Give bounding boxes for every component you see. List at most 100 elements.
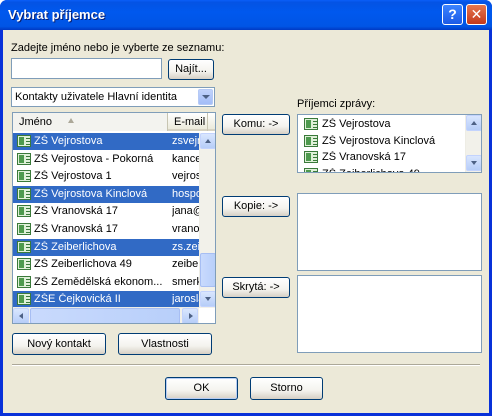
close-icon: ✕ xyxy=(470,6,483,22)
scroll-down-icon[interactable] xyxy=(466,155,481,171)
title-bar[interactable]: Vybrat příjemce ? ✕ xyxy=(0,0,492,30)
contact-card-icon xyxy=(17,152,31,165)
contacts-hscroll-thumb[interactable] xyxy=(30,308,180,323)
contact-name: ZŠ Zeiberlichova 49 xyxy=(34,258,132,271)
new-contact-label: Nový kontakt xyxy=(27,338,91,350)
contact-row[interactable]: ZŠ Vejrostova 1 vejrost xyxy=(13,168,200,185)
contact-card-icon xyxy=(304,151,318,163)
cancel-label: Storno xyxy=(270,382,303,394)
help-button[interactable]: ? xyxy=(442,4,463,25)
to-recipient-name: ZŠ Zeiberlichova 49 xyxy=(322,168,462,173)
contact-card-icon xyxy=(304,167,318,172)
to-recipient-item[interactable]: ZŠ Vranovská 17 xyxy=(298,149,464,166)
ok-label: OK xyxy=(193,382,210,394)
contact-name: ZŠ Vejrostova xyxy=(34,135,103,147)
window-title: Vybrat příjemce xyxy=(8,7,106,22)
contact-name: ZŠ Vejrostova 1 xyxy=(34,170,112,183)
contact-name: ZŠE Čejkovická II xyxy=(34,293,121,306)
scroll-up-icon[interactable] xyxy=(200,133,215,149)
properties-label: Vlastnosti xyxy=(141,338,189,350)
add-cc-label: Kopie: -> xyxy=(233,200,279,212)
contact-card-icon xyxy=(17,205,31,218)
contact-email: zsvejro xyxy=(172,135,200,147)
separator xyxy=(12,364,480,366)
contact-email: vranov xyxy=(172,223,200,235)
contacts-list[interactable]: Jméno E-mail ZŠ VejrostovazsvejroZŠ Vejr… xyxy=(12,112,216,324)
contact-name: ZŠ Vejrostova - Pokorná xyxy=(34,152,154,165)
contact-row[interactable]: ZŠ Zemědělská ekonom... smerko xyxy=(13,274,200,291)
contact-card-icon xyxy=(17,223,31,235)
add-bcc-button[interactable]: Skrytá: -> xyxy=(222,277,290,298)
column-header-name[interactable]: Jméno xyxy=(13,113,168,131)
to-recipient-item[interactable]: ZŠ Vejrostova xyxy=(298,116,464,133)
dialog-body: Zadejte jméno nebo je vyberte ze seznamu… xyxy=(3,30,489,413)
bcc-recipients-list[interactable] xyxy=(297,275,482,353)
contacts-vscroll-thumb[interactable] xyxy=(200,253,215,287)
ok-button[interactable]: OK xyxy=(165,377,238,400)
help-icon: ? xyxy=(448,6,457,22)
contact-email: zeiberl xyxy=(172,258,200,271)
contact-row[interactable]: ZŠ Vranovská 17 vranov xyxy=(13,221,200,238)
contact-email: kancela xyxy=(172,152,200,165)
search-label: Zadejte jméno nebo je vyberte ze seznamu… xyxy=(11,42,225,54)
scroll-up-icon[interactable] xyxy=(466,115,481,131)
search-input[interactable] xyxy=(11,58,162,79)
column-name-label: Jméno xyxy=(19,116,53,128)
address-book-select[interactable]: Kontakty uživatele Hlavní identita xyxy=(11,87,215,107)
column-header-email[interactable]: E-mail xyxy=(168,113,208,131)
to-recipient-name: ZŠ Vejrostova Kinclová xyxy=(322,134,436,147)
contact-card-icon xyxy=(17,240,31,253)
contact-row[interactable]: ZŠ Vejrostova zsvejro xyxy=(13,133,200,150)
contact-row[interactable]: ZŠ Vejrostova - Pokorná kancela xyxy=(13,151,200,168)
contact-email: jana@z xyxy=(172,205,200,218)
contact-name: ZŠ Zeiberlichova xyxy=(34,240,117,253)
find-button[interactable]: Najít... xyxy=(168,59,214,80)
cancel-button[interactable]: Storno xyxy=(250,377,323,400)
address-book-value: Kontakty uživatele Hlavní identita xyxy=(15,91,178,103)
scroll-left-icon[interactable] xyxy=(13,308,29,323)
recipients-label: Příjemci zprávy: xyxy=(297,98,376,110)
new-contact-button[interactable]: Nový kontakt xyxy=(12,333,106,355)
contact-row[interactable]: ZŠ Zeiberlichova zs.zeib xyxy=(13,238,200,256)
contact-row[interactable]: ZŠ Zeiberlichova 49 zeiberl xyxy=(13,256,200,273)
close-button[interactable]: ✕ xyxy=(466,4,487,25)
contact-card-icon xyxy=(17,275,31,288)
contact-name: ZŠ Vranovská 17 xyxy=(34,223,118,235)
to-recipient-item[interactable]: ZŠ Zeiberlichova 49 xyxy=(298,166,464,173)
contact-row[interactable]: ZŠE Čejkovická II jarosla xyxy=(13,291,200,309)
contact-email: vejrost xyxy=(172,170,200,183)
scroll-right-icon[interactable] xyxy=(182,308,198,323)
add-bcc-label: Skrytá: -> xyxy=(232,281,280,293)
add-to-button[interactable]: Komu: -> xyxy=(222,114,290,135)
contact-name: ZŠ Zemědělská ekonom... xyxy=(34,275,163,288)
to-recipient-name: ZŠ Vranovská 17 xyxy=(322,151,406,163)
to-vscrollbar[interactable] xyxy=(465,115,481,172)
cc-recipients-list[interactable] xyxy=(297,193,482,271)
add-to-label: Komu: -> xyxy=(233,118,279,130)
to-recipients-list[interactable]: ZŠ Vejrostova ZŠ Vejrostova Kinclová ZŠ Vr… xyxy=(297,114,482,173)
contact-email: hospoc xyxy=(172,187,200,200)
to-recipient-item[interactable]: ZŠ Vejrostova Kinclová xyxy=(298,133,464,150)
contact-name: ZŠ Vejrostova Kinclová xyxy=(34,187,148,200)
contacts-hscrollbar[interactable] xyxy=(13,307,199,323)
contact-row[interactable]: ZŠ Vejrostova Kinclová hospoc xyxy=(13,185,200,203)
dialog-window: Vybrat příjemce ? ✕ Zadejte jméno nebo j… xyxy=(0,0,492,416)
properties-button[interactable]: Vlastnosti xyxy=(118,333,212,355)
contact-card-icon xyxy=(17,170,31,183)
contact-name: ZŠ Vranovská 17 xyxy=(34,205,118,218)
scroll-down-icon[interactable] xyxy=(200,291,215,307)
to-recipient-name: ZŠ Vejrostova xyxy=(322,118,391,130)
column-email-label: E-mail xyxy=(174,116,206,128)
contact-card-icon xyxy=(304,118,318,130)
contacts-vscrollbar[interactable] xyxy=(199,133,215,308)
contacts-header: Jméno E-mail xyxy=(13,113,215,131)
contact-email: jarosla xyxy=(172,293,200,306)
contact-row[interactable]: ZŠ Vranovská 17 jana@z xyxy=(13,203,200,220)
find-button-label: Najít... xyxy=(175,63,207,75)
contact-card-icon xyxy=(17,135,31,147)
sort-ascending-icon xyxy=(68,118,74,123)
contact-card-icon xyxy=(17,258,31,271)
add-cc-button[interactable]: Kopie: -> xyxy=(222,196,290,217)
contact-email: smerko xyxy=(172,275,200,288)
chevron-down-icon[interactable] xyxy=(198,89,213,105)
